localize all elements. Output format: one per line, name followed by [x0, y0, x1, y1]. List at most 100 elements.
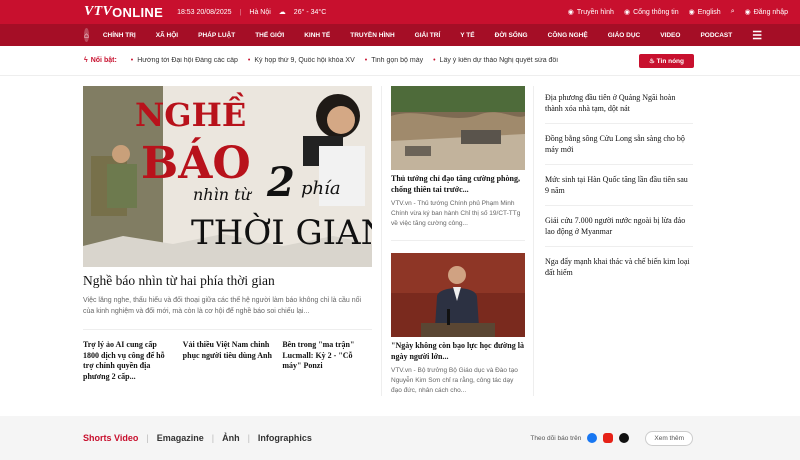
media-footer: Shorts Video | Emagazine | Ảnh | Infogra…	[0, 416, 800, 460]
side-list-item[interactable]: Nga đẩy mạnh khai thác và chế biến kim l…	[545, 256, 693, 287]
site-logo[interactable]: VTV ONLINE	[84, 4, 163, 20]
side-list-item[interactable]: Mức sinh tại Hàn Quốc tăng lần đầu tiên …	[545, 174, 693, 207]
tab-separator: |	[146, 433, 149, 443]
ticker-label-text: Nổi bật:	[90, 57, 117, 64]
link-english-label: English	[697, 8, 721, 16]
menu-icon[interactable]: ☰	[752, 29, 762, 42]
top-bar: VTV ONLINE 18:53 20/08/2025 | Hà Nội ☁ 2…	[0, 0, 800, 24]
hero-title[interactable]: Nghề báo nhìn từ hai phía thời gian	[83, 273, 372, 289]
nav-item-podcast[interactable]: PODCAST	[700, 32, 732, 39]
follow-label: Theo dõi báo trên	[530, 434, 582, 442]
nav-item-the-gioi[interactable]: THẾ GIỚI	[255, 32, 284, 39]
tab-emagazine[interactable]: Emagazine	[157, 433, 204, 443]
highlight-ticker: ϟNổi bật: Hướng tới Đại hội Đảng các cấp…	[0, 46, 800, 76]
top-links: ◉ Truyền hình ◉ Cổng thông tin ◉ English ⌕ …	[568, 8, 788, 16]
nav-item-cong-nghe[interactable]: CÔNG NGHỆ	[548, 32, 588, 39]
side-list: Địa phương đầu tiên ở Quảng Ngãi hoàn th…	[545, 92, 693, 296]
minister-photo	[391, 253, 525, 338]
card-description: VTV.vn - Thủ tướng Chính phủ Phạm Minh C…	[391, 200, 521, 227]
side-list-item[interactable]: Địa phương đầu tiên ở Quảng Ngãi hoàn th…	[545, 92, 693, 125]
link-portal[interactable]: ◉ Cổng thông tin	[623, 8, 679, 17]
card-image-flood[interactable]	[391, 86, 525, 170]
media-tabs: Shorts Video | Emagazine | Ảnh | Infogra…	[83, 433, 312, 443]
nav-item-video[interactable]: VIDEO	[660, 32, 680, 39]
sub-stories: Trợ lý ảo AI cung cấp 1800 dịch vụ công …	[83, 329, 372, 382]
hero-art-text-4: 2	[266, 159, 295, 206]
hot-news-button[interactable]: ♨ Tin nóng	[639, 53, 694, 68]
nav-item-xa-hoi[interactable]: XÃ HỘI	[156, 32, 178, 39]
location[interactable]: Hà Nội	[249, 9, 270, 16]
hero-artwork: NGHỀ BÁO nhìn từ 2 phía THỜI GIAN	[83, 86, 372, 267]
flood-photo	[391, 86, 525, 170]
logo-online: ONLINE	[112, 4, 164, 20]
nav-item-kinh-te[interactable]: KINH TẾ	[304, 32, 330, 39]
hot-news-label: Tin nóng	[656, 57, 684, 65]
sub-story[interactable]: Bên trong "ma trận" Lucmall: Kỳ 2 - "Cỗ …	[282, 340, 372, 382]
main-nav: ⌂ CHÍNH TRỊ XÃ HỘI PHÁP LUẬT THẾ GIỚI KI…	[0, 24, 800, 46]
link-tv-label: Truyền hình	[576, 8, 614, 16]
hero-art-text-6: THỜI GIAN	[191, 212, 372, 253]
ticker-item[interactable]: Hướng tới Đại hội Đảng các cấp	[131, 57, 238, 64]
portal-icon: ◉	[623, 9, 631, 16]
nav-item-doi-song[interactable]: ĐỜI SỐNG	[495, 32, 528, 39]
hero-image[interactable]: NGHỀ BÁO nhìn từ 2 phía THỜI GIAN	[83, 86, 372, 267]
globe-icon: ◉	[688, 9, 695, 16]
tiktok-icon[interactable]	[619, 433, 630, 443]
tab-infographics[interactable]: Infographics	[258, 433, 312, 443]
tab-separator: |	[211, 433, 215, 443]
column-divider	[533, 86, 534, 396]
ticker-label: ϟ Nổi bật:	[84, 57, 117, 64]
ticker-item[interactable]: Tinh gọn bộ máy	[365, 57, 423, 64]
login-button[interactable]: ◉ Đăng nhập	[744, 8, 788, 17]
fire-icon: ♨	[649, 57, 655, 65]
card-image-minister[interactable]	[391, 253, 525, 338]
current-time: 18:53 20/08/2025	[177, 8, 232, 16]
news-card[interactable]: "Ngày không còn bạo lực học đường là ngà…	[391, 240, 525, 395]
ticker-item[interactable]: Kỳ họp thứ 9, Quốc hội khóa XV	[248, 57, 354, 64]
search-button[interactable]: ⌕	[731, 8, 735, 16]
home-button[interactable]: ⌂	[84, 28, 89, 42]
youtube-icon[interactable]	[603, 433, 614, 443]
card-title[interactable]: Thủ tướng chỉ đạo tăng cường phòng, chốn…	[391, 174, 525, 195]
hero-art-text-3: nhìn từ	[193, 185, 253, 204]
sub-story[interactable]: Vải thiều Việt Nam chinh phục người tiêu…	[183, 340, 273, 382]
tab-shorts-video[interactable]: Shorts Video	[83, 433, 138, 443]
hero-art-text-5: phía	[301, 178, 341, 199]
ticker-item[interactable]: Lấy ý kiến dự thảo Nghị quyết sửa đổi	[433, 57, 558, 64]
nav-item-giai-tri[interactable]: GIẢI TRÍ	[415, 32, 441, 39]
news-card[interactable]: Thủ tướng chỉ đạo tăng cường phòng, chốn…	[391, 86, 525, 228]
tab-separator: |	[247, 433, 250, 443]
link-english[interactable]: ◉ English	[688, 8, 721, 17]
facebook-icon[interactable]	[587, 433, 598, 443]
user-icon: ◉	[744, 9, 751, 16]
search-icon: ⌕	[730, 8, 735, 15]
see-more-button[interactable]: Xem thêm	[645, 430, 693, 446]
separator: |	[239, 8, 242, 16]
bolt-icon: ϟ	[84, 57, 88, 64]
column-divider	[381, 86, 382, 396]
sub-story[interactable]: Trợ lý ảo AI cung cấp 1800 dịch vụ công …	[83, 340, 173, 382]
nav-item-y-te[interactable]: Y TẾ	[460, 32, 474, 39]
link-tv[interactable]: ◉ Truyền hình	[567, 8, 614, 17]
weather-icon: ☁	[278, 9, 286, 16]
tab-anh[interactable]: Ảnh	[222, 433, 240, 443]
login-label: Đăng nhập	[753, 8, 788, 16]
side-list-item[interactable]: Giải cứu 7.000 người nước ngoài bị lừa đ…	[545, 215, 693, 248]
nav-item-chinh-tri[interactable]: CHÍNH TRỊ	[103, 32, 136, 39]
ticker-items: Hướng tới Đại hội Đảng các cấp Kỳ họp th…	[131, 57, 631, 64]
top-meta: 18:53 20/08/2025 | Hà Nội ☁ 26° - 34°C	[177, 8, 327, 17]
side-list-item[interactable]: Đồng bằng sông Cửu Long sẵn sàng cho bộ …	[545, 133, 693, 166]
card-description: VTV.vn - Bộ trưởng Bộ Giáo dục và Đào tạ…	[391, 367, 518, 394]
card-title[interactable]: "Ngày không còn bạo lực học đường là ngà…	[391, 341, 525, 362]
nav-item-truyen-hinh[interactable]: TRUYỀN HÌNH	[350, 32, 394, 39]
tv-icon: ◉	[567, 9, 574, 16]
nav-item-giao-duc[interactable]: GIÁO DỤC	[608, 32, 641, 39]
logo-vtv: VTV	[84, 4, 113, 19]
link-portal-label: Cổng thông tin	[633, 8, 679, 16]
hero-art-text-2: BÁO	[141, 136, 251, 189]
weather-range: 26° - 34°C	[293, 8, 327, 16]
middle-column: Thủ tướng chỉ đạo tăng cường phòng, chốn…	[391, 86, 525, 396]
hero-description: Việc lăng nghe, thấu hiểu và đối thoại g…	[83, 297, 362, 315]
nav-item-phap-luat[interactable]: PHÁP LUẬT	[198, 32, 235, 39]
hero-art-text-1: NGHỀ	[135, 92, 246, 134]
